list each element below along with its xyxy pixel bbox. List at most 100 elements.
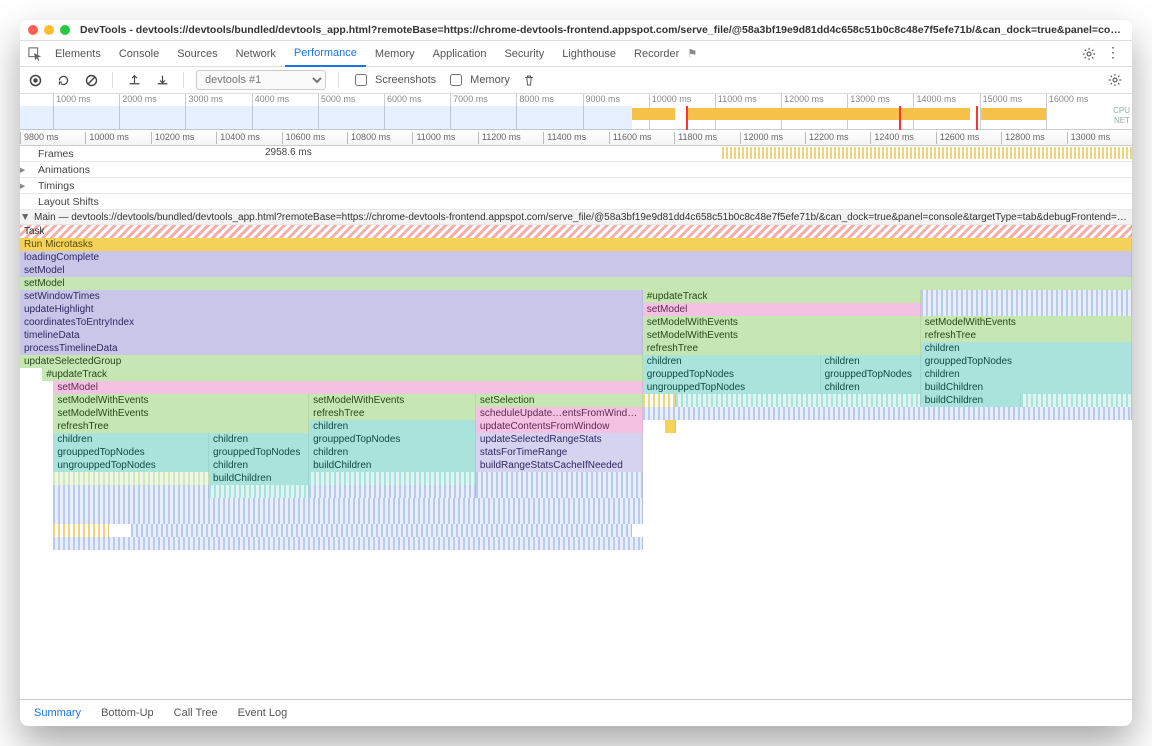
flame-segment[interactable] <box>309 485 476 498</box>
flame-segment[interactable]: updateSelectedGroup <box>20 355 643 368</box>
zoom-window-icon[interactable] <box>60 25 70 35</box>
flame-segment[interactable]: processTimelineData <box>20 342 643 355</box>
flame-segment[interactable]: setModel <box>20 264 1132 277</box>
flame-segment[interactable] <box>921 290 1132 303</box>
flame-segment[interactable] <box>309 472 476 485</box>
flame-segment[interactable]: children <box>53 433 209 446</box>
clear-icon[interactable] <box>82 74 100 87</box>
flame-segment[interactable]: setModelWithEvents <box>643 329 921 342</box>
context-selector[interactable]: devtools #1 <box>196 70 326 90</box>
animations-track[interactable]: ▸Animations <box>20 162 1132 178</box>
capture-settings-gear-icon[interactable] <box>1108 73 1122 87</box>
flame-segment[interactable] <box>643 394 676 407</box>
overview-minimap[interactable]: 1000 ms2000 ms3000 ms4000 ms5000 ms6000 … <box>20 94 1132 130</box>
flame-segment[interactable]: children <box>209 433 309 446</box>
flame-segment[interactable] <box>53 498 642 511</box>
flame-segment[interactable]: setModel <box>643 303 921 316</box>
flame-segment[interactable]: setModelWithEvents <box>53 407 309 420</box>
layout-shifts-track[interactable]: Layout Shifts <box>20 194 1132 210</box>
flame-segment[interactable]: setModel <box>53 381 642 394</box>
flame-segment[interactable]: grouppedTopNodes <box>53 446 209 459</box>
minimize-window-icon[interactable] <box>44 25 54 35</box>
flame-segment[interactable]: setModelWithEvents <box>53 394 309 407</box>
flame-segment[interactable] <box>131 524 631 537</box>
flame-segment[interactable]: setModel <box>20 277 1132 290</box>
timings-track[interactable]: ▸Timings <box>20 178 1132 194</box>
flame-segment[interactable]: coordinatesToEntryIndex <box>20 316 643 329</box>
flame-segment[interactable]: refreshTree <box>53 420 309 433</box>
inspect-element-icon[interactable] <box>24 47 46 61</box>
kebab-menu-icon[interactable]: ⋮ <box>1106 47 1120 61</box>
flame-segment[interactable]: children <box>921 342 1132 355</box>
flame-segment[interactable]: refreshTree <box>921 329 1132 342</box>
flame-segment[interactable] <box>1021 394 1132 407</box>
flame-segment[interactable]: setModelWithEvents <box>643 316 921 329</box>
flame-segment[interactable] <box>676 394 921 407</box>
flame-segment[interactable]: Task <box>20 225 1132 238</box>
load-profile-icon[interactable] <box>125 74 143 87</box>
flame-segment[interactable]: updateContentsFromWindow <box>476 420 643 433</box>
save-profile-icon[interactable] <box>153 74 171 87</box>
screenshots-checkbox[interactable]: Screenshots <box>351 71 436 89</box>
flame-segment[interactable] <box>643 407 1132 420</box>
flame-segment[interactable]: updateHighlight <box>20 303 643 316</box>
flame-segment[interactable] <box>476 472 643 485</box>
main-thread-track[interactable]: ▼Main — devtools://devtools/bundled/devt… <box>20 210 1132 225</box>
flame-segment[interactable]: grouppedTopNodes <box>209 446 309 459</box>
tab-console[interactable]: Console <box>110 40 168 67</box>
flame-segment[interactable] <box>53 524 109 537</box>
flame-segment[interactable] <box>53 511 642 524</box>
tab-elements[interactable]: Elements <box>46 40 110 67</box>
tab-application[interactable]: Application <box>424 40 496 67</box>
details-tab-event-log[interactable]: Event Log <box>228 700 298 727</box>
flame-segment[interactable]: Run Microtasks <box>20 238 1132 251</box>
flame-segment[interactable] <box>53 485 209 498</box>
tab-sources[interactable]: Sources <box>168 40 226 67</box>
details-tab-call-tree[interactable]: Call Tree <box>164 700 228 727</box>
flame-segment[interactable]: setWindowTimes <box>20 290 643 303</box>
tab-network[interactable]: Network <box>227 40 285 67</box>
tab-recorder[interactable]: Recorder <box>625 40 688 67</box>
flame-segment[interactable]: children <box>821 381 921 394</box>
flame-segment[interactable]: buildChildren <box>921 381 1132 394</box>
flame-segment[interactable]: #updateTrack <box>42 368 642 381</box>
tab-security[interactable]: Security <box>495 40 553 67</box>
flame-segment[interactable]: children <box>921 368 1132 381</box>
flame-segment[interactable]: buildChildren <box>309 459 476 472</box>
flame-segment[interactable]: ungrouppedTopNodes <box>643 381 821 394</box>
flame-segment[interactable]: grouppedTopNodes <box>821 368 921 381</box>
flame-segment[interactable]: buildChildren <box>921 394 1021 407</box>
tab-memory[interactable]: Memory <box>366 40 424 67</box>
flame-segment[interactable]: #updateTrack <box>643 290 921 303</box>
flame-segment[interactable]: setModelWithEvents <box>921 316 1132 329</box>
flame-segment[interactable] <box>53 472 209 485</box>
details-tab-summary[interactable]: Summary <box>24 700 91 727</box>
flame-segment[interactable]: grouppedTopNodes <box>643 368 821 381</box>
flame-segment[interactable]: loadingComplete <box>20 251 1132 264</box>
flame-segment[interactable]: setSelection <box>476 394 643 407</box>
details-tab-bottom-up[interactable]: Bottom-Up <box>91 700 164 727</box>
flame-segment[interactable]: children <box>643 355 821 368</box>
flame-segment[interactable]: buildChildren <box>209 472 309 485</box>
close-window-icon[interactable] <box>28 25 38 35</box>
flame-segment[interactable]: scheduleUpdate…entsFromWindow <box>476 407 643 420</box>
flame-segment[interactable]: setModelWithEvents <box>309 394 476 407</box>
frames-track[interactable]: Frames 2958.6 ms <box>20 146 1132 162</box>
timeline-ruler[interactable]: 9800 ms10000 ms10200 ms10400 ms10600 ms1… <box>20 130 1132 146</box>
flame-segment[interactable]: grouppedTopNodes <box>309 433 476 446</box>
flame-segment[interactable] <box>476 485 643 498</box>
flame-segment[interactable]: children <box>821 355 921 368</box>
flame-segment[interactable]: children <box>309 420 476 433</box>
record-button-icon[interactable] <box>26 74 44 87</box>
flame-segment[interactable]: timelineData <box>20 329 643 342</box>
tab-lighthouse[interactable]: Lighthouse <box>553 40 625 67</box>
flame-segment[interactable]: children <box>209 459 309 472</box>
flame-segment[interactable]: refreshTree <box>643 342 921 355</box>
garbage-collect-icon[interactable] <box>520 74 538 87</box>
tab-performance[interactable]: Performance <box>285 40 366 67</box>
settings-gear-icon[interactable] <box>1082 47 1096 61</box>
flame-segment[interactable]: ungrouppedTopNodes <box>53 459 209 472</box>
flame-segment[interactable] <box>921 303 1132 316</box>
flame-chart[interactable]: TaskRun MicrotasksloadingCompletesetMode… <box>20 225 1132 699</box>
flame-segment[interactable] <box>209 485 309 498</box>
